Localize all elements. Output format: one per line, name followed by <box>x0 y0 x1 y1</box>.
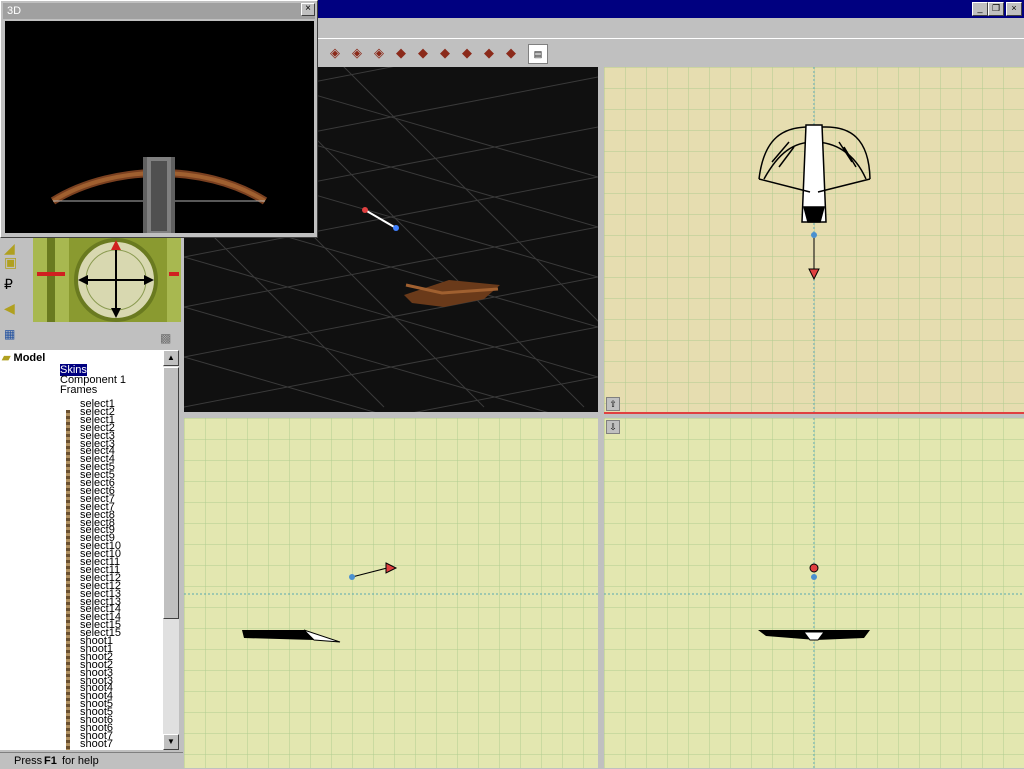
grid-tool-icon[interactable]: ▦ <box>4 326 20 342</box>
view-down-arrow-icon[interactable]: ⇩ <box>606 420 620 434</box>
model-tree[interactable]: ▰ Model Skins Component 1 Frames select1 sel… <box>0 350 163 750</box>
bone-joint-front[interactable] <box>349 574 355 580</box>
vertex-icon[interactable]: ◆ <box>392 44 410 62</box>
close-button[interactable]: × <box>1006 2 1022 16</box>
bone-start-point[interactable] <box>362 207 368 213</box>
rotate-icon[interactable]: ◈ <box>348 44 366 62</box>
floating-3d-title[interactable]: 3D <box>3 3 315 19</box>
status-key: F1 <box>44 755 57 767</box>
bone-handle[interactable] <box>364 209 397 229</box>
main-title-bar: _ ❐ × <box>318 0 1024 18</box>
scroll-down-button[interactable]: ▼ <box>163 734 179 750</box>
tool-icon-2[interactable]: ▣ <box>4 254 20 270</box>
active-view-indicator <box>604 412 1024 414</box>
bone-joint-side[interactable] <box>811 574 817 580</box>
tree-connector-line <box>66 410 70 750</box>
tree-item-label: shoot7 <box>80 737 114 750</box>
3d-preview-viewport[interactable] <box>5 21 314 233</box>
tool-icon-4[interactable]: ◀ <box>4 300 20 316</box>
scroll-up-button[interactable]: ▲ <box>163 350 179 366</box>
compass-graphic <box>33 238 181 322</box>
tree-scrollbar[interactable]: ▲ ▼ <box>163 350 179 750</box>
bone-icon[interactable]: ◆ <box>458 44 476 62</box>
navigation-compass[interactable] <box>33 238 181 322</box>
bone-joint-top[interactable] <box>811 232 817 238</box>
toolbar: ◈ ◈ ◈ ◆ ◆ ◆ ◆ ◆ ◆ ▤ <box>318 38 1024 67</box>
top-grid <box>604 67 1024 412</box>
status-prefix: Press <box>14 755 43 767</box>
document-icon[interactable]: ▤ <box>528 44 548 64</box>
view-up-arrow-icon[interactable]: ⇧ <box>606 397 620 411</box>
bone-tip-side[interactable] <box>809 563 819 573</box>
side-grid <box>604 418 1024 768</box>
crossbow-model-perspective <box>404 280 500 307</box>
move-icon[interactable]: ◈ <box>326 44 344 62</box>
tool-icon-3[interactable]: ₽ <box>4 276 20 292</box>
tree-item[interactable]: shoot7 <box>80 738 113 750</box>
tag-icon[interactable]: ◆ <box>480 44 498 62</box>
status-bar: Press F1 for help <box>0 752 183 769</box>
front-viewport[interactable] <box>184 418 598 768</box>
tree-item[interactable]: Frames <box>60 384 97 397</box>
top-viewport[interactable]: ⇧ <box>604 67 1024 412</box>
crossbow-3d-render <box>50 157 268 233</box>
minimize-button[interactable]: _ <box>972 2 988 16</box>
bone-end-point[interactable] <box>393 225 399 231</box>
restore-button[interactable]: ❐ <box>988 2 1004 16</box>
tree-item-label: Frames <box>60 384 98 396</box>
side-viewport[interactable]: ⇩ <box>604 418 1024 768</box>
face-icon[interactable]: ◆ <box>436 44 454 62</box>
front-grid <box>184 418 598 768</box>
tree-root-model[interactable]: ▰ Model <box>2 352 45 365</box>
scale-icon[interactable]: ◈ <box>370 44 388 62</box>
menu-bar <box>318 18 1024 38</box>
floating-3d-window[interactable]: 3D × <box>0 0 318 238</box>
scroll-thumb[interactable] <box>163 367 179 619</box>
close-3d-window-button[interactable]: × <box>301 3 315 16</box>
status-suffix: for help <box>62 755 99 767</box>
tree-tool-icon[interactable]: ▩ <box>160 330 176 346</box>
animate-icon[interactable]: ◆ <box>502 44 520 62</box>
folder-icon: ▰ <box>2 352 11 364</box>
edge-icon[interactable]: ◆ <box>414 44 432 62</box>
